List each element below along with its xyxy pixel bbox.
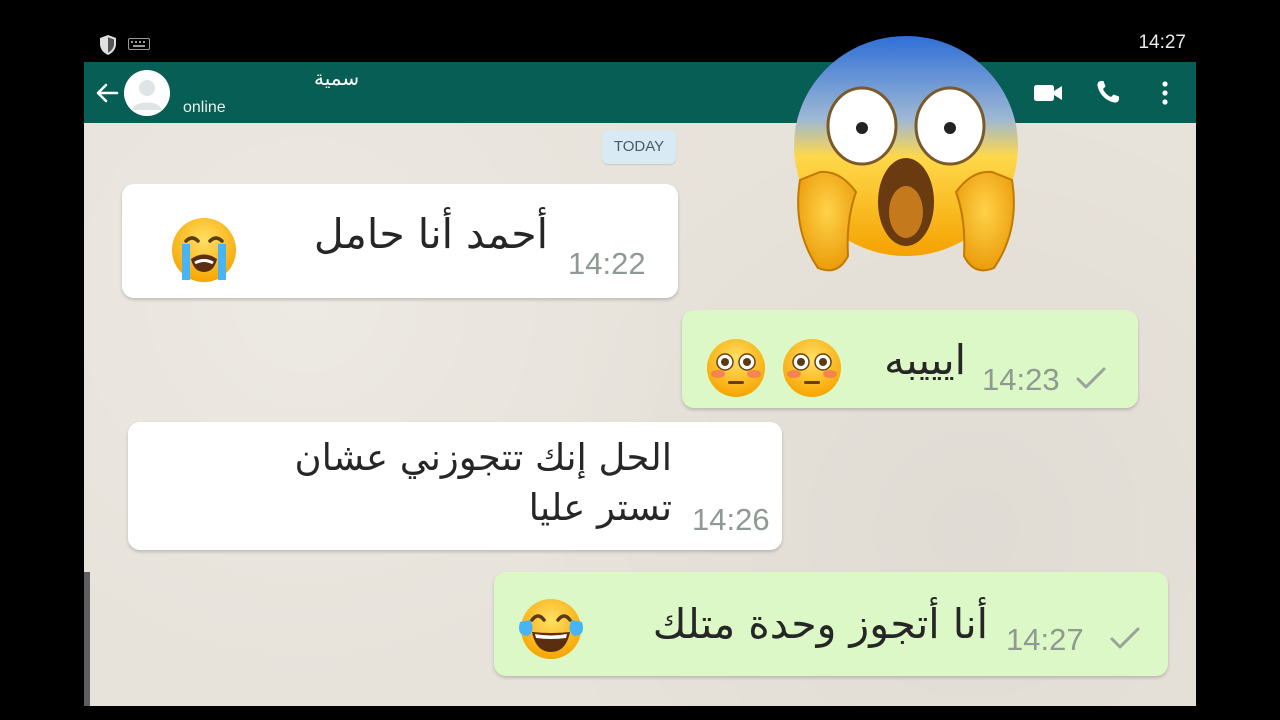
loudly-crying-face-emoji [172, 218, 236, 282]
message-text: أحمد أنا حامل [313, 210, 548, 258]
phone-icon[interactable] [1094, 78, 1122, 106]
screen-edge [84, 572, 90, 706]
shield-icon [100, 35, 116, 55]
message-incoming[interactable]: الحل إنك تتجوزني عشان تستر عليا 14:26 [128, 422, 782, 550]
keyboard-icon [128, 38, 150, 50]
video-call-icon[interactable] [1032, 80, 1064, 106]
flushed-face-emoji [707, 339, 765, 397]
face-with-tears-of-joy-emoji [519, 599, 583, 659]
message-outgoing[interactable]: أنا أتجوز وحدة متلك 14:27 [494, 572, 1168, 676]
single-check-icon [1076, 367, 1106, 389]
message-time: 14:26 [692, 502, 770, 537]
status-time: 14:27 [1138, 32, 1186, 53]
message-outgoing[interactable]: ايييبه 14:23 [682, 310, 1138, 408]
flushed-face-emoji [783, 339, 841, 397]
status-bar: 14:27 [84, 24, 1196, 62]
message-time: 14:27 [1006, 622, 1084, 657]
back-arrow-icon[interactable] [92, 78, 122, 108]
phone-screen: 14:27 سمية online TODAY أحمد أنا حامل 14… [84, 24, 1196, 706]
message-text: أنا أتجوز وحدة متلك [652, 600, 988, 648]
message-text-line: تستر عليا [528, 486, 672, 529]
message-text: ايييبه [884, 336, 966, 384]
default-avatar-icon [124, 70, 170, 116]
single-check-icon [1110, 627, 1140, 649]
message-time: 14:23 [982, 362, 1060, 397]
chat-header: سمية online [84, 62, 1196, 123]
contact-status: online [183, 99, 226, 116]
message-text-line: الحل إنك تتجوزني عشان [294, 436, 673, 479]
more-vert-icon[interactable] [1152, 78, 1178, 108]
date-divider: TODAY [602, 130, 676, 164]
face-screaming-in-fear-emoji [794, 36, 1018, 272]
message-time: 14:22 [568, 246, 646, 281]
message-incoming[interactable]: أحمد أنا حامل 14:22 [122, 184, 678, 298]
avatar[interactable] [124, 70, 170, 116]
contact-name[interactable]: سمية [314, 66, 359, 90]
